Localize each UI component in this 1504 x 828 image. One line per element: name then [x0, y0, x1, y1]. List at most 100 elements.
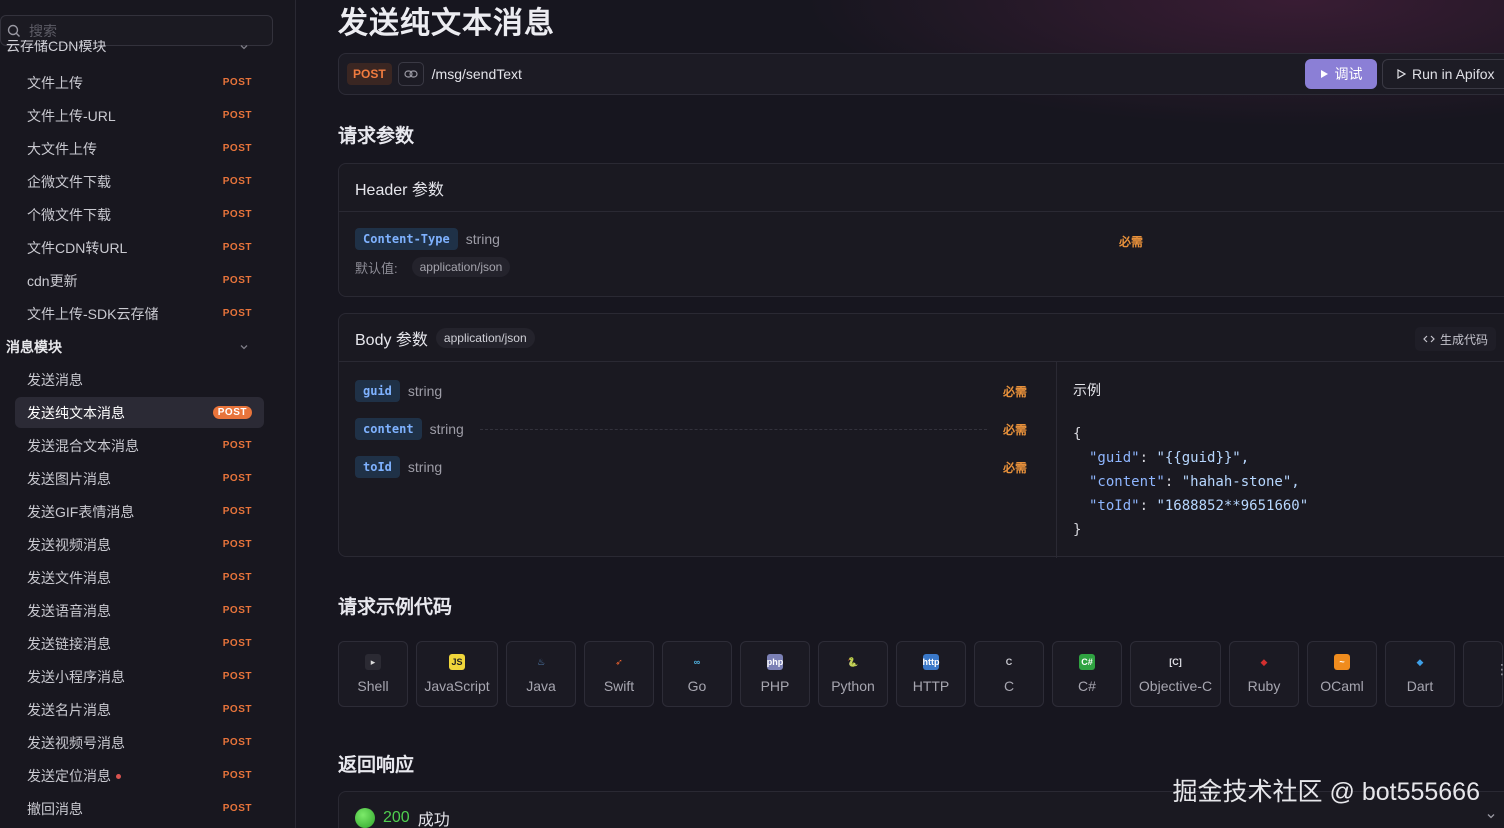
sidebar-item[interactable]: 文件上传 POST — [15, 67, 264, 98]
code-tab-go[interactable]: ∞ Go — [662, 641, 732, 707]
sidebar-item[interactable]: 发送语音消息 POST — [15, 595, 264, 626]
code-tab-ocaml[interactable]: ~ OCaml — [1307, 641, 1377, 707]
code-tab-c-[interactable]: C# C# — [1052, 641, 1122, 707]
method-badge: POST — [222, 638, 252, 649]
sidebar-item-label: 发送视频消息 — [27, 536, 111, 553]
response-code: 200 — [383, 809, 410, 826]
group-cdn[interactable]: 云存储CDN模块 — [6, 40, 250, 60]
header-params-card: Header 参数 Content-Type string 必需 默认值: ap… — [338, 163, 1504, 297]
sidebar-item[interactable]: 文件CDN转URL POST — [15, 232, 264, 263]
copy-link-button[interactable] — [397, 62, 424, 86]
link-icon — [404, 70, 418, 78]
sidebar-item[interactable]: 发送图片消息 POST — [15, 463, 264, 494]
code-tab-python[interactable]: 🐍 Python — [818, 641, 888, 707]
sidebar-item[interactable]: 大文件上传 POST — [15, 133, 264, 164]
code-line: "toId": "1688852**9651660" — [1089, 498, 1309, 514]
required-badge: 必需 — [1002, 422, 1027, 437]
generate-code-button[interactable]: 生成代码 — [1415, 327, 1497, 351]
field-name: toId — [355, 456, 400, 478]
request-params-title: 请求参数 — [338, 126, 415, 147]
group-msg[interactable]: 消息模块 — [6, 336, 250, 358]
play-outline-icon — [1397, 69, 1406, 79]
sidebar-item[interactable]: 发送消息 — [15, 364, 264, 395]
header-field-row: Content-Type string — [355, 228, 500, 250]
method-badge: POST — [222, 803, 252, 814]
sidebar-item[interactable]: 发送纯文本消息 POST — [15, 397, 264, 428]
method-badge: POST — [222, 110, 252, 121]
method-badge: POST — [222, 143, 252, 154]
sidebar-item-label: 文件上传-SDK云存储 — [27, 305, 159, 322]
sidebar-item[interactable]: cdn更新 POST — [15, 265, 264, 296]
response-status-row: 200 成功 — [355, 806, 450, 828]
sidebar-item[interactable]: 发送名片消息 POST — [15, 694, 264, 725]
sidebar-item[interactable]: 发送定位消息 POST — [15, 760, 264, 791]
swift-icon: ➶ — [615, 656, 623, 667]
sidebar-item[interactable]: 发送小程序消息 POST — [15, 661, 264, 692]
json-key: "content" — [1089, 474, 1165, 490]
code-tab-shell[interactable]: ▸ Shell — [338, 641, 408, 707]
code-tab-java[interactable]: ♨ Java — [506, 641, 576, 707]
code-tab-label: Ruby — [1247, 678, 1281, 694]
page-title: 发送纯文本消息 — [338, 7, 555, 40]
sidebar-item-label: 发送GIF表情消息 — [27, 503, 135, 520]
sidebar-item[interactable]: 文件上传-SDK云存储 POST — [15, 298, 264, 329]
code-tab-javascript[interactable]: JS JavaScript — [416, 641, 498, 707]
required-badge: 必需 — [1002, 384, 1027, 399]
sidebar-item[interactable]: 发送文件消息 POST — [15, 562, 264, 593]
sidebar-item-label: 文件CDN转URL — [27, 239, 128, 256]
sidebar-item[interactable]: 发送视频号消息 POST — [15, 727, 264, 758]
body-field-row: guid string 必需 — [355, 380, 1027, 402]
code-tab-http[interactable]: http HTTP — [896, 641, 966, 707]
run-in-apifox-button[interactable]: Run in Apifox — [1382, 59, 1504, 89]
more-icon[interactable]: ⋮ — [1495, 662, 1504, 676]
code-tab-swift[interactable]: ➶ Swift — [584, 641, 654, 707]
request-code-title: 请求示例代码 — [338, 597, 453, 618]
sidebar-item[interactable]: 文件上传-URL POST — [15, 100, 264, 131]
json-value: "{{guid}}", — [1156, 450, 1250, 466]
sidebar-item-label: 发送链接消息 — [27, 635, 111, 652]
search-input[interactable] — [29, 22, 249, 39]
sidebar-item[interactable]: 发送混合文本消息 POST — [15, 430, 264, 461]
code-icon — [1423, 335, 1435, 343]
javascript-icon: JS — [449, 654, 465, 670]
method-badge: POST — [222, 572, 252, 583]
code-tab-c[interactable]: CC — [974, 641, 1044, 707]
success-dot-icon — [355, 808, 375, 828]
code-language-tabs: ▸ Shell JS JavaScript ♨ Java ➶ Swift ∞ Go php PHP 🐍 P… — [338, 641, 1503, 707]
group-cdn-label: 云存储CDN模块 — [6, 40, 107, 54]
sidebar-item[interactable]: 企微文件下载 POST — [15, 166, 264, 197]
code-tab-php[interactable]: php PHP — [740, 641, 810, 707]
sidebar-item[interactable]: 撤回消息 POST — [15, 793, 264, 824]
method-badge: POST — [222, 506, 252, 517]
sidebar-item-label: 发送纯文本消息 — [27, 404, 125, 421]
response-title: 返回响应 — [338, 755, 415, 776]
sidebar-item[interactable]: 发送链接消息 POST — [15, 628, 264, 659]
sidebar-item-label: 发送文件消息 — [27, 569, 111, 586]
sidebar-item-label: 发送图片消息 — [27, 470, 111, 487]
chevron-down-icon — [240, 45, 248, 50]
sidebar-item-label: 企微文件下载 — [27, 173, 111, 190]
sidebar-item-label: 发送混合文本消息 — [27, 437, 139, 454]
method-badge: POST — [347, 63, 392, 85]
required-badge: 必需 — [1119, 235, 1144, 249]
code-tab-label: Go — [687, 678, 707, 694]
method-badge: POST — [222, 671, 252, 682]
method-badge: POST — [222, 605, 252, 616]
dotted-line — [479, 428, 987, 430]
code-tab-label: Python — [831, 678, 875, 694]
java-icon: ♨ — [536, 656, 546, 667]
required-badge: 必需 — [1002, 460, 1027, 475]
dart-icon: ◆ — [1416, 656, 1424, 667]
unread-dot-icon — [116, 774, 121, 780]
code-tab-objective-c[interactable]: [C] Objective-C — [1130, 641, 1221, 707]
sidebar-item[interactable]: 发送GIF表情消息 POST — [15, 496, 264, 527]
field-name: Content-Type — [355, 228, 458, 250]
method-badge: POST — [222, 770, 252, 781]
debug-button[interactable]: 调试 — [1305, 59, 1377, 89]
json-key: "guid" — [1089, 450, 1140, 466]
code-tab-dart[interactable]: ◆ Dart — [1385, 641, 1455, 707]
label-wrap: 发送定位消息 — [27, 766, 121, 786]
sidebar-item[interactable]: 个微文件下载 POST — [15, 199, 264, 230]
sidebar-item[interactable]: 发送视频消息 POST — [15, 529, 264, 560]
code-tab-ruby[interactable]: ◆ Ruby — [1229, 641, 1299, 707]
